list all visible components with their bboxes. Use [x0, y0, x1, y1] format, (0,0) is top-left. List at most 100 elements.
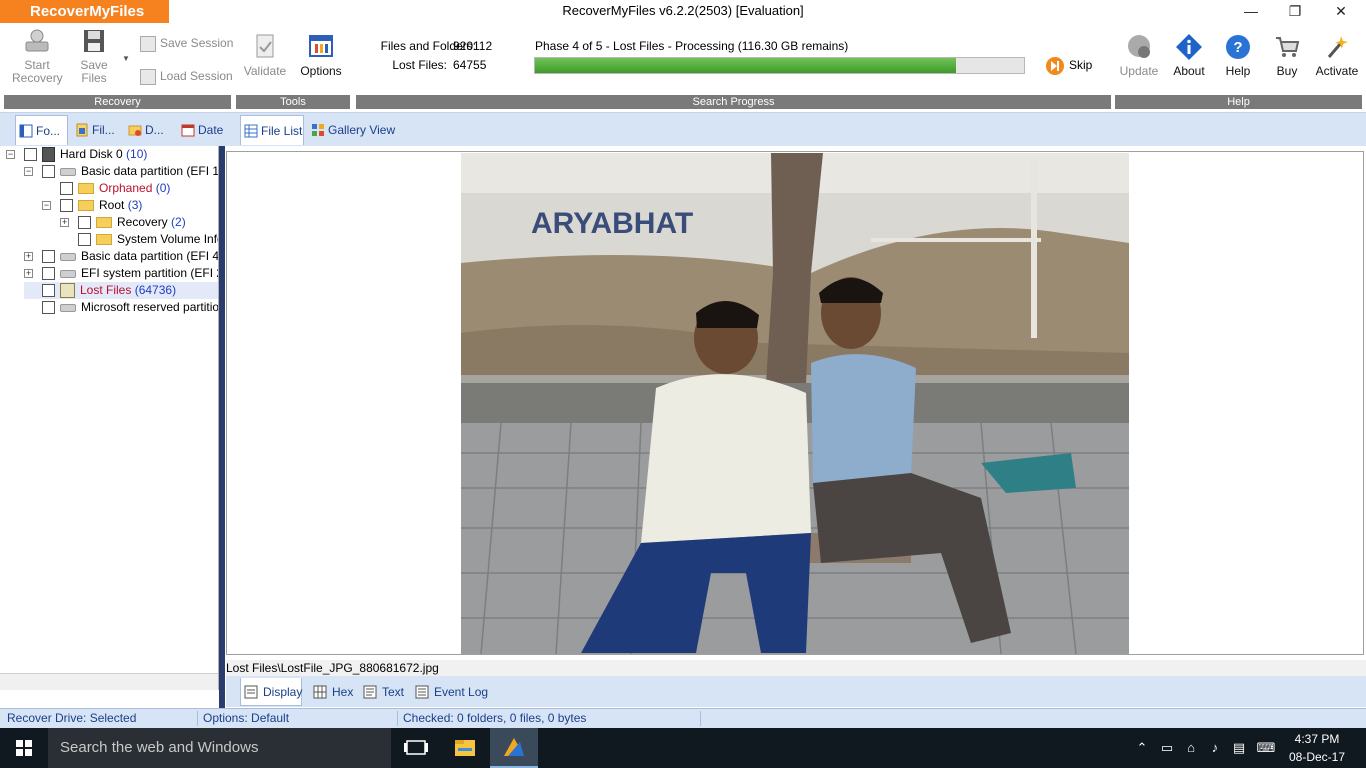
tree-checkbox[interactable] — [42, 267, 55, 281]
tab-deleted[interactable]: D... — [125, 115, 169, 145]
network-icon[interactable]: ⌂ — [1180, 728, 1202, 768]
taskbar-clock[interactable]: 4:37 PM 08-Dec-17 — [1280, 730, 1354, 766]
drive-icon — [60, 269, 76, 278]
tree-node-basic-partition-1[interactable]: −Basic data partition (EFI 1) ( — [24, 163, 218, 180]
close-button[interactable]: ✕ — [1318, 0, 1364, 23]
tree-node-label: Basic data partition (EFI 4) — [81, 249, 219, 263]
file-explorer-button[interactable] — [441, 728, 489, 768]
tree-checkbox[interactable] — [78, 233, 91, 247]
tree-node-ms-reserved[interactable]: Microsoft reserved partition — [24, 299, 219, 316]
tree-checkbox[interactable] — [78, 216, 91, 230]
collapse-icon[interactable]: − — [6, 150, 15, 160]
tab-gallery-view[interactable]: Gallery View — [308, 115, 395, 145]
activate-button[interactable]: Activate — [1310, 33, 1364, 78]
update-label: Update — [1119, 64, 1159, 78]
start-button[interactable] — [0, 728, 48, 768]
task-view-button[interactable] — [392, 728, 440, 768]
tree-horizontal-scrollbar[interactable] — [0, 673, 218, 690]
tree-node-hard-disk[interactable]: − Hard Disk 0 (10) — [6, 146, 147, 163]
start-recovery-button[interactable]: Start Recovery — [6, 27, 68, 85]
expand-icon[interactable]: + — [24, 252, 33, 262]
tab-file-list[interactable]: File List — [240, 115, 304, 145]
validate-button[interactable]: Validate — [238, 33, 292, 78]
search-progress-bar — [534, 57, 1025, 74]
tree-checkbox[interactable] — [60, 182, 73, 196]
help-button[interactable]: ? Help — [1213, 33, 1263, 78]
image-preview-pane: ARYABHAT — [226, 151, 1364, 655]
recovermyfiles-taskbar-button[interactable] — [490, 728, 538, 768]
tree-node-recovery[interactable]: + Recovery (2) — [60, 214, 186, 231]
about-button[interactable]: About — [1164, 33, 1214, 78]
photo-preview-image: ARYABHAT — [461, 153, 1129, 654]
tree-node-efi-system-partition[interactable]: + EFI system partition (EFI 2) — [24, 265, 218, 282]
tab-text[interactable]: Text — [360, 678, 408, 706]
gallery-view-icon — [312, 124, 324, 136]
load-session-label: Load Session — [160, 69, 233, 83]
action-center-icon[interactable]: ▤ — [1228, 728, 1250, 768]
tab-hex[interactable]: Hex — [310, 678, 353, 706]
folders-tab-icon — [19, 124, 33, 138]
tab-event-log-label: Event Log — [434, 685, 489, 699]
drive-icon — [60, 303, 76, 312]
expand-icon[interactable]: + — [24, 269, 33, 279]
clock-date: 08-Dec-17 — [1288, 750, 1346, 764]
tab-date[interactable]: Date — [178, 115, 226, 145]
tree-node-count: (3) — [127, 198, 143, 212]
tree-node-count: (64736) — [134, 283, 177, 297]
save-files-dropdown-icon[interactable]: ▼ — [122, 54, 130, 63]
expand-icon[interactable]: + — [60, 218, 69, 228]
tree-node-basic-partition-4[interactable]: +Basic data partition (EFI 4) ( — [24, 248, 219, 265]
tree-node-label: Microsoft reserved partition — [81, 300, 219, 314]
app-name-tab[interactable]: RecoverMyFiles — [0, 0, 169, 23]
restore-button[interactable]: ❐ — [1272, 0, 1318, 23]
load-session-button[interactable]: Load Session — [140, 67, 233, 85]
update-button[interactable]: Update — [1114, 33, 1164, 78]
tab-files[interactable]: Fil... — [72, 115, 120, 145]
show-hidden-icons-button[interactable]: ⌃ — [1132, 728, 1152, 768]
battery-icon[interactable]: ▭ — [1156, 728, 1178, 768]
keyboard-icon[interactable]: ⌨ — [1254, 728, 1278, 768]
tree-checkbox[interactable] — [60, 199, 73, 213]
lost-files-label: Lost Files: — [392, 58, 447, 72]
tree-checkbox[interactable] — [24, 148, 37, 162]
status-divider — [197, 711, 198, 726]
panel-splitter[interactable] — [219, 146, 225, 708]
tree-node-system-volume[interactable]: System Volume Infor — [60, 231, 218, 248]
recovermyfiles-app-icon — [504, 738, 524, 756]
tree-node-count: (10) — [126, 147, 148, 161]
about-label: About — [1173, 64, 1205, 78]
tab-display[interactable]: Display — [240, 678, 302, 706]
tree-checkbox[interactable] — [42, 250, 55, 264]
skip-button[interactable]: Skip — [1045, 55, 1092, 75]
collapse-icon[interactable]: − — [42, 201, 51, 211]
skip-icon — [1046, 56, 1064, 75]
taskbar-search-box[interactable]: Search the web and Windows — [48, 728, 391, 768]
tree-checkbox[interactable] — [42, 301, 55, 315]
deleted-tab-icon — [128, 125, 142, 136]
status-options: Options: Default — [203, 711, 290, 725]
window-title: RecoverMyFiles v6.2.2(2503) [Evaluation] — [562, 3, 804, 18]
files-tab-icon — [76, 123, 88, 137]
tab-folders[interactable]: Fo... — [15, 115, 68, 145]
tab-display-label: Display — [263, 685, 303, 699]
help-question-icon: ? — [1226, 35, 1250, 59]
status-bar: Recover Drive: Selected Options: Default… — [0, 708, 1366, 728]
buy-button[interactable]: Buy — [1262, 33, 1312, 78]
save-session-button[interactable]: Save Session — [140, 34, 233, 52]
tree-node-lost-files[interactable]: Lost Files (64736) — [24, 282, 218, 299]
tree-checkbox[interactable] — [42, 165, 55, 179]
tab-deleted-label: D... — [145, 123, 164, 137]
volume-icon[interactable]: ♪ — [1204, 728, 1226, 768]
group-label-recovery: Recovery — [4, 95, 231, 109]
save-files-button[interactable]: Save Files — [72, 27, 116, 85]
tree-node-orphaned[interactable]: Orphaned (0) — [42, 180, 170, 197]
status-divider — [397, 711, 398, 726]
hex-grid-icon — [313, 685, 327, 699]
collapse-icon[interactable]: − — [24, 167, 33, 177]
tree-node-root[interactable]: − Root (3) — [42, 197, 142, 214]
update-globe-icon — [1128, 35, 1150, 58]
tab-event-log[interactable]: Event Log — [412, 678, 492, 706]
minimize-button[interactable]: — — [1228, 0, 1274, 23]
tree-checkbox[interactable] — [42, 284, 55, 298]
